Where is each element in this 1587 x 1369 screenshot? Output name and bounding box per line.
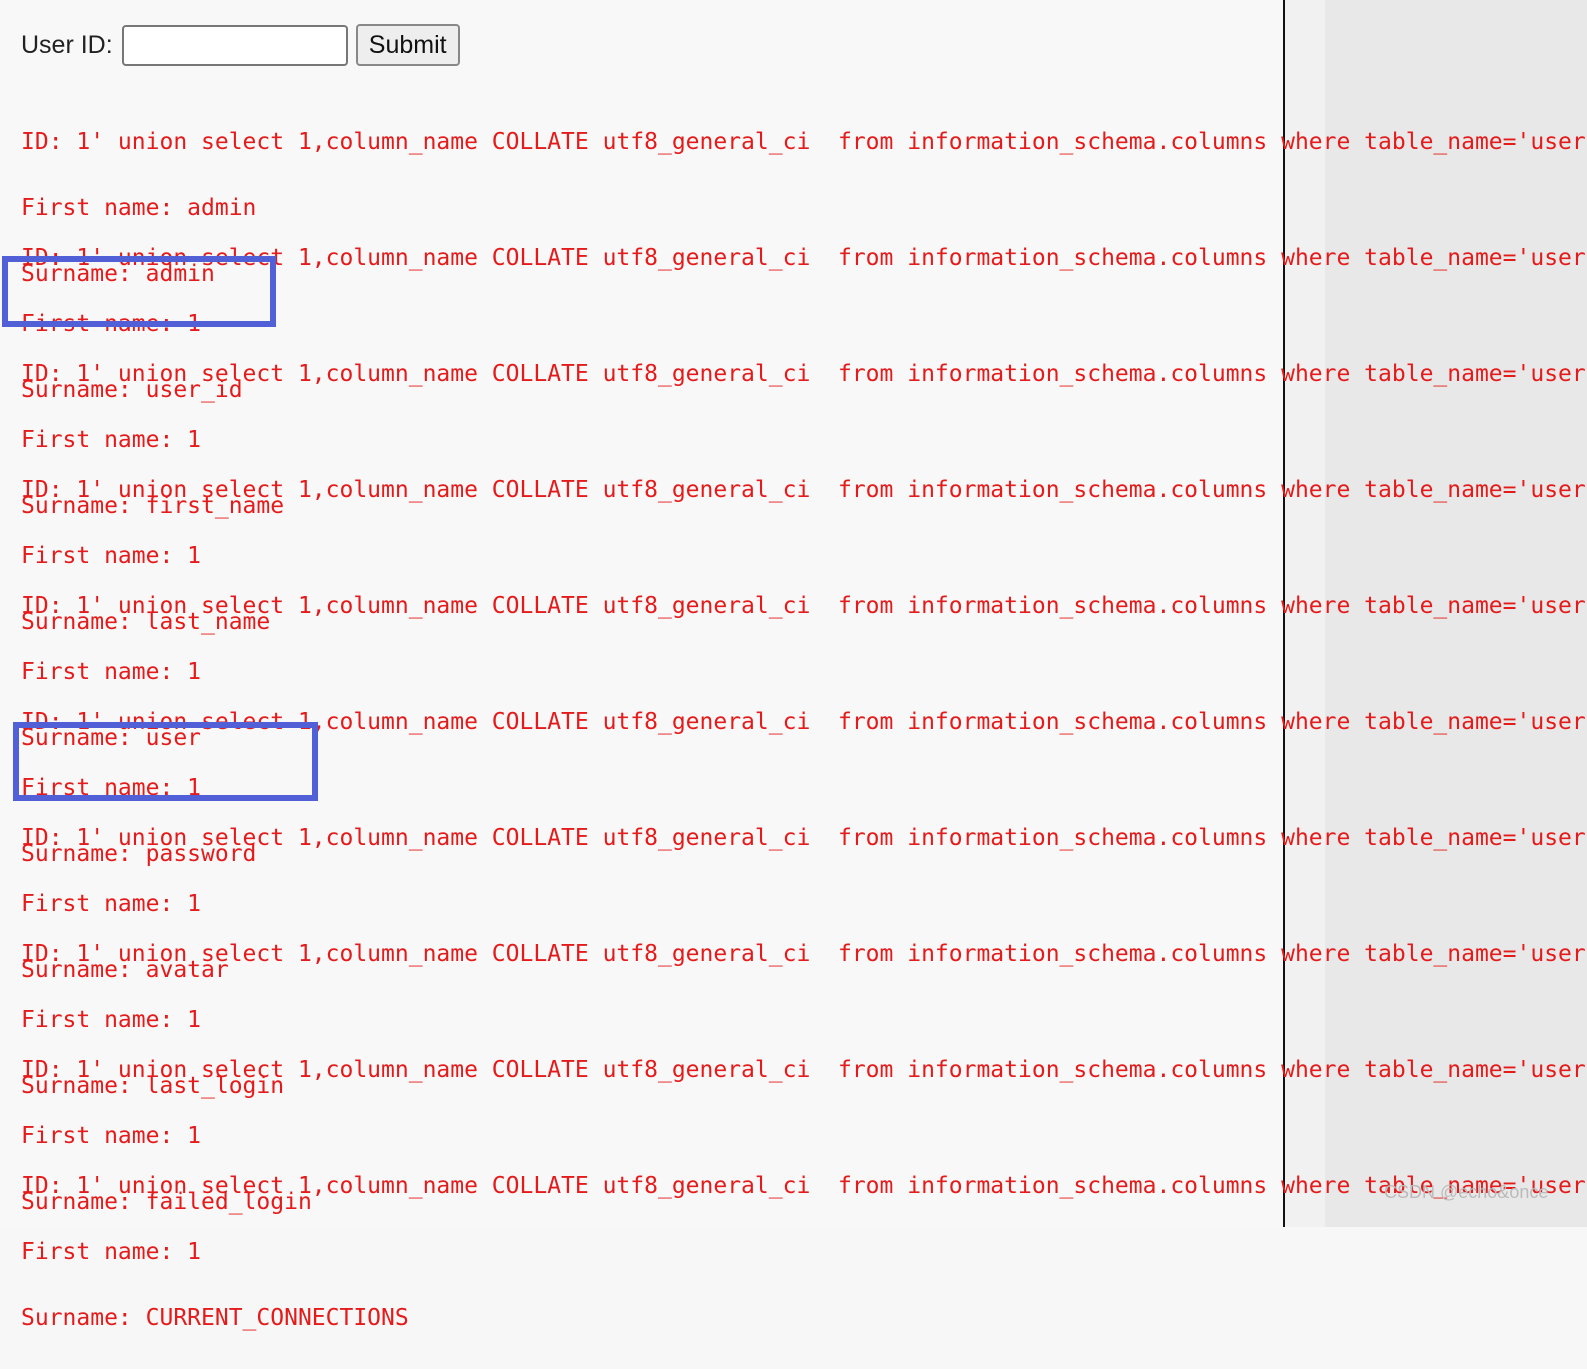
result-first-name-line: First name: 1 (21, 1239, 202, 1265)
user-id-input[interactable] (121, 24, 348, 66)
result-id-line: ID: 1' union select 1,column_name COLLAT… (21, 361, 1587, 387)
result-id-line: ID: 1' union select 1,column_name COLLAT… (21, 1173, 1587, 1199)
result-id-line: ID: 1' union select 1,column_name COLLAT… (21, 477, 1587, 503)
result-id-line: ID: 1' union select 1,column_name COLLAT… (21, 129, 1587, 155)
result-item: ID: 1' union select 1,column_name COLLAT… (21, 1019, 1587, 1215)
result-id-line: ID: 1' union select 1,column_name COLLAT… (21, 1057, 1587, 1083)
result-item: ID: 1' union select 1,column_name COLLAT… (21, 1135, 1587, 1331)
result-item: ID: 1' union select 1,column_name COLLAT… (21, 91, 1587, 287)
watermark: CSDN @echo&once (1384, 1182, 1549, 1202)
result-surname-line: Surname: CURRENT_CONNECTIONS (21, 1305, 409, 1331)
result-item: ID: 1' union select 1,column_name COLLAT… (21, 439, 1587, 635)
user-id-form: User ID: Submit (21, 22, 460, 68)
result-item: ID: 1' union select 1,column_name COLLAT… (21, 323, 1587, 519)
result-item: ID: 1' union select 1,column_name COLLAT… (21, 787, 1587, 983)
result-item: ID: 1' union select 1,column_name COLLAT… (21, 903, 1587, 1099)
result-item: ID: 1' union select 1,column_name COLLAT… (21, 555, 1587, 751)
highlight-box-password (13, 722, 318, 801)
result-id-line: ID: 1' union select 1,column_name COLLAT… (21, 941, 1587, 967)
highlight-box-user-id (2, 256, 276, 327)
submit-button[interactable]: Submit (355, 24, 460, 66)
result-id-line: ID: 1' union select 1,column_name COLLAT… (21, 593, 1587, 619)
user-id-label: User ID: (21, 30, 113, 59)
result-id-line: ID: 1' union select 1,column_name COLLAT… (21, 825, 1587, 851)
